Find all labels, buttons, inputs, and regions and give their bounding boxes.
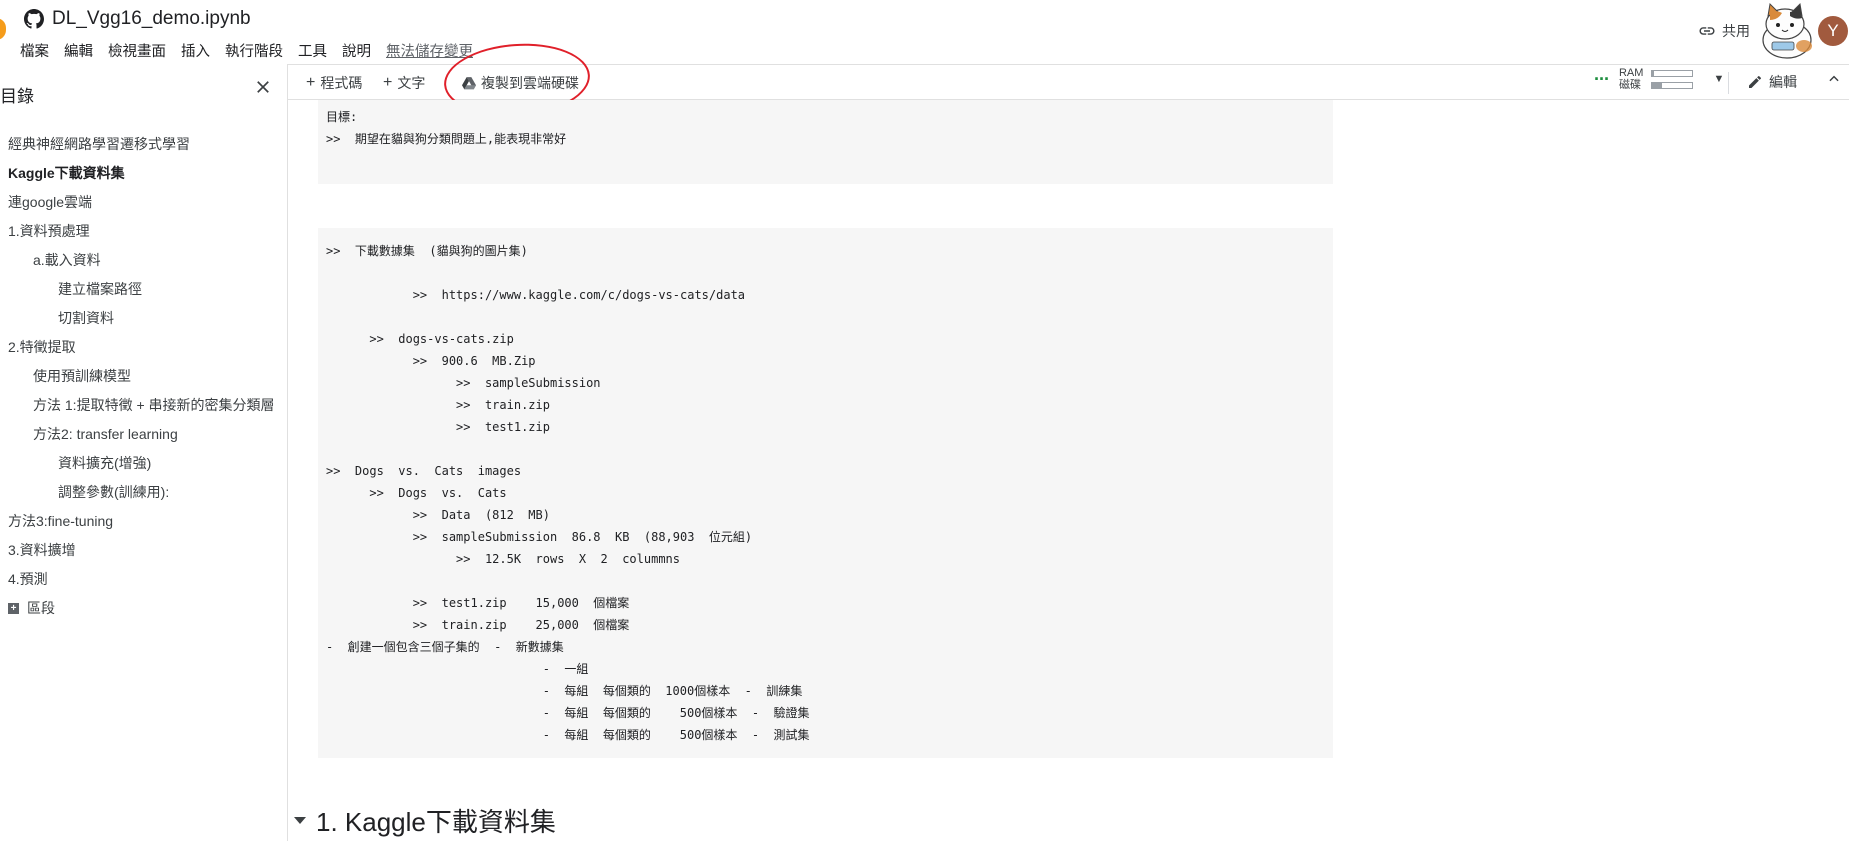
notebook-content[interactable]: 目標: >> 期望在貓與狗分類問題上,能表現非常好 >> 下載數據集 (貓與狗的… — [288, 100, 1849, 841]
resource-labels: RAM 磁碟 — [1619, 67, 1643, 91]
toc-item[interactable]: 方法3:fine-tuning — [8, 511, 113, 531]
menu-edit[interactable]: 編輯 — [64, 40, 93, 61]
resource-dropdown-icon[interactable]: ▼ — [1713, 73, 1724, 85]
cell-text-line: >> Dogs vs. Cats images — [326, 464, 522, 478]
connected-status-icon: ··· — [1594, 68, 1610, 89]
title-row: DL_Vgg16_demo.ipynb — [24, 8, 251, 30]
plus-icon: + — [306, 74, 316, 91]
cell-text-line: - 每組 每個類的 1000個樣本 - 訓練集 — [326, 684, 803, 698]
add-section-button[interactable]: + 區段 — [8, 598, 55, 618]
toc-item-active[interactable]: Kaggle下載資料集 — [8, 163, 125, 183]
add-section-label: 區段 — [27, 600, 55, 616]
disk-bar-fill — [1652, 82, 1663, 88]
cell-text-line: >> 期望在貓與狗分類問題上,能表現非常好 — [326, 132, 567, 146]
cell-text-line: >> dogs-vs-cats.zip — [326, 332, 514, 346]
toc-title: 目錄 — [0, 87, 34, 106]
toolbar-divider — [1728, 72, 1729, 94]
app-header: DL_Vgg16_demo.ipynb 檔案 編輯 檢視畫面 插入 執行階段 工… — [0, 0, 1849, 64]
toc-item[interactable]: 調整參數(訓練用): — [58, 482, 169, 502]
cell-text-line: >> train.zip 25,000 個檔案 — [326, 618, 630, 632]
chevron-up-icon[interactable] — [1827, 72, 1841, 86]
text-cell[interactable]: 目標: >> 期望在貓與狗分類問題上,能表現非常好 — [318, 100, 1333, 184]
cell-text-line: - 每組 每個類的 500個樣本 - 驗證集 — [326, 706, 810, 720]
cell-text-line: 目標: — [326, 110, 358, 124]
menu-file[interactable]: 檔案 — [20, 40, 49, 61]
cell-text-line: >> train.zip — [326, 398, 550, 412]
add-text-label: 文字 — [397, 75, 426, 91]
menu-bar: 檔案 編輯 檢視畫面 插入 執行階段 工具 說明 無法儲存變更 — [20, 40, 473, 61]
menu-tools[interactable]: 工具 — [298, 40, 327, 61]
toc-item[interactable]: 切割資料 — [58, 308, 114, 328]
resource-bars — [1651, 69, 1694, 89]
toc-item[interactable]: a.載入資料 — [33, 250, 101, 270]
cell-text-line: >> 900.6 MB.Zip — [326, 354, 536, 368]
add-text-button[interactable]: + 文字 — [383, 73, 425, 93]
disk-label: 磁碟 — [1618, 79, 1641, 91]
toc-item[interactable]: 方法2: transfer learning — [33, 424, 178, 444]
cell-text-line: >> https://www.kaggle.com/c/dogs-vs-cats… — [326, 288, 746, 302]
toc-item[interactable]: 建立檔案路徑 — [58, 279, 142, 299]
link-icon — [1699, 27, 1715, 35]
user-avatar[interactable]: Y — [1818, 16, 1848, 46]
menu-runtime[interactable]: 執行階段 — [225, 40, 283, 61]
cat-mascot-icon — [1762, 2, 1812, 59]
collapse-caret-icon[interactable] — [294, 817, 306, 824]
toc-item[interactable]: 2.特徵提取 — [8, 337, 76, 357]
cell-text-line: >> test1.zip 15,000 個檔案 — [326, 596, 630, 610]
edit-label: 編輯 — [1769, 74, 1797, 90]
toc-item[interactable]: 連google雲端 — [8, 192, 92, 212]
ram-bar-fill — [1652, 70, 1655, 76]
cell-text-line: >> sampleSubmission 86.8 KB (88,903 位元組) — [326, 530, 753, 544]
toc-item[interactable]: 4.預測 — [8, 569, 48, 589]
unsaved-changes-link[interactable]: 無法儲存變更 — [386, 40, 473, 61]
menu-help[interactable]: 說明 — [342, 40, 371, 61]
share-label: 共用 — [1722, 23, 1750, 39]
cell-text-line: >> 下載數據集 (貓與狗的圖片集) — [326, 244, 528, 258]
pencil-icon — [1749, 75, 1762, 88]
close-icon[interactable] — [254, 78, 272, 96]
table-of-contents-panel: 目錄 經典神經網路學習遷移式學習 Kaggle下載資料集 連google雲端 1… — [0, 64, 288, 841]
cell-text-line: >> sampleSubmission — [326, 376, 601, 390]
toc-item[interactable]: 1.資料預處理 — [8, 221, 90, 241]
cell-text-line: >> test1.zip — [326, 420, 550, 434]
section-heading-text: 1. Kaggle下載資料集 — [316, 807, 556, 837]
cell-text-line: >> Data (812 MB) — [326, 508, 550, 522]
ram-label: RAM — [1618, 67, 1644, 79]
disk-bar — [1651, 81, 1694, 89]
add-code-button[interactable]: + 程式碼 — [306, 73, 362, 93]
cell-text-line: - 創建一個包含三個子集的 - 新數據集 — [326, 640, 564, 654]
ram-bar — [1651, 69, 1694, 77]
resource-indicator[interactable]: ··· RAM 磁碟 ▼ — [1594, 67, 1724, 91]
toc-item[interactable]: 方法 1:提取特徵 + 串接新的密集分類層 — [33, 395, 275, 415]
toc-item[interactable]: 3.資料擴增 — [8, 540, 76, 560]
cell-text-line: >> 12.5K rows X 2 colummns — [326, 552, 681, 566]
menu-insert[interactable]: 插入 — [181, 40, 210, 61]
toc-item[interactable]: 經典神經網路學習遷移式學習 — [8, 134, 190, 154]
toc-item[interactable]: 資料擴充(增強) — [58, 453, 151, 473]
cell-text-line: >> Dogs vs. Cats — [326, 486, 507, 500]
edit-mode-button[interactable]: 編輯 — [1747, 72, 1797, 92]
menu-view[interactable]: 檢視畫面 — [108, 40, 166, 61]
github-icon[interactable] — [24, 9, 44, 29]
notebook-title[interactable]: DL_Vgg16_demo.ipynb — [52, 8, 251, 30]
add-box-icon: + — [8, 602, 19, 614]
toc-item[interactable]: 使用預訓練模型 — [33, 366, 131, 386]
cell-text-line: - 一組 — [326, 662, 589, 676]
text-cell[interactable]: >> 下載數據集 (貓與狗的圖片集) >> https://www.kaggle… — [318, 228, 1333, 758]
colab-logo[interactable] — [0, 18, 6, 40]
section-heading[interactable]: 1. Kaggle下載資料集 — [294, 802, 556, 839]
cell-text-line: - 每組 每個類的 500個樣本 - 測試集 — [326, 728, 810, 742]
plus-icon: + — [383, 74, 393, 91]
add-code-label: 程式碼 — [320, 75, 363, 91]
share-button[interactable]: 共用 — [1698, 21, 1750, 41]
